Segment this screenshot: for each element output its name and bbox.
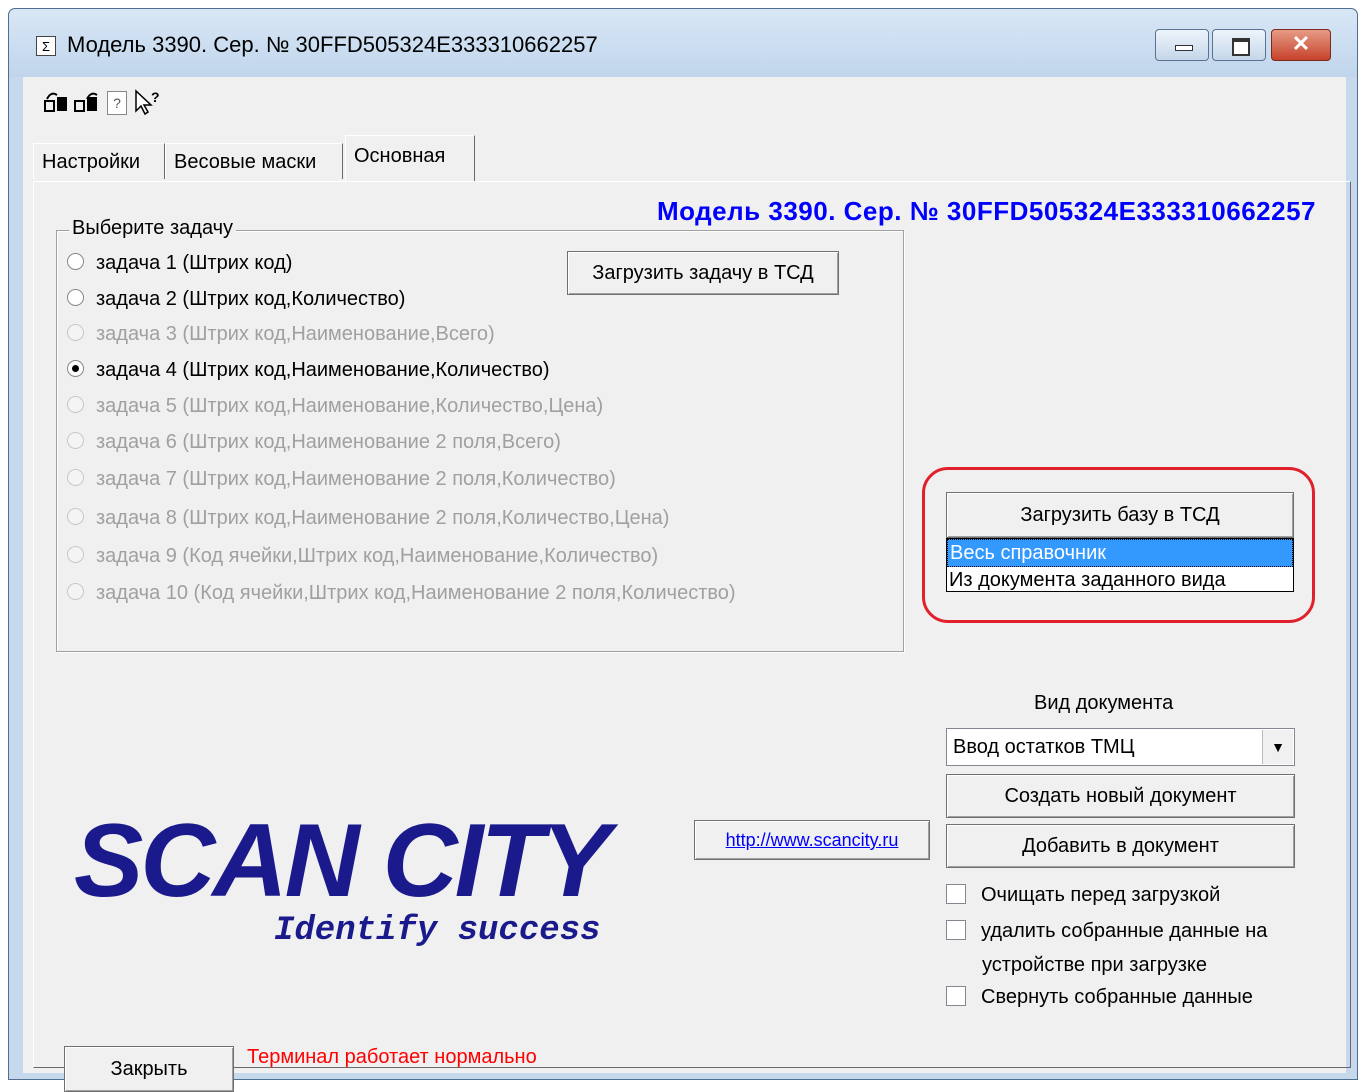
- task-option-label: задача 9 (Код ячейки,Штрих код,Наименова…: [96, 545, 659, 567]
- task-option: задача 8 (Штрих код,Наименование 2 поля,…: [67, 503, 669, 533]
- chevron-down-icon[interactable]: ▼: [1262, 730, 1293, 764]
- svg-text:?: ?: [151, 89, 160, 105]
- radio-icon: [67, 253, 84, 271]
- collapse-collected-data-checkbox[interactable]: Свернуть собранные данные: [946, 982, 1253, 1012]
- radio-icon: [67, 583, 84, 601]
- disconnect-icon[interactable]: [73, 89, 99, 115]
- app-icon: Σ: [36, 36, 56, 56]
- radio-icon: [67, 289, 84, 307]
- task-option: задача 5 (Штрих код,Наименование,Количес…: [67, 391, 603, 421]
- tab-settings[interactable]: Настройки: [33, 143, 165, 179]
- connect-icon[interactable]: [43, 89, 69, 115]
- add-to-document-button[interactable]: Добавить в документ: [946, 824, 1295, 868]
- task-option: задача 7 (Штрих код,Наименование 2 поля,…: [67, 464, 616, 494]
- task-option[interactable]: задача 1 (Штрих код): [67, 248, 292, 278]
- task-option-label: задача 4 (Штрих код,Наименование,Количес…: [96, 359, 550, 381]
- task-option-label: задача 3 (Штрих код,Наименование,Всего): [96, 323, 495, 345]
- task-option: задача 3 (Штрих код,Наименование,Всего): [67, 319, 495, 349]
- minimize-icon: [1175, 45, 1193, 51]
- clear-before-load-checkbox[interactable]: Очищать перед загрузкой: [946, 880, 1220, 910]
- create-document-button[interactable]: Создать новый документ: [946, 774, 1295, 818]
- tab-weight-masks[interactable]: Весовые маски: [165, 143, 343, 179]
- checkbox-label-continued: устройстве при загрузке: [982, 954, 1208, 976]
- task-option: задача 6 (Штрих код,Наименование 2 поля,…: [67, 427, 561, 457]
- task-option-label: задача 7 (Штрих код,Наименование 2 поля,…: [96, 468, 616, 490]
- checkbox-icon: [946, 883, 966, 904]
- radio-icon: [67, 396, 84, 414]
- client-area: ? ? Настройки Весовые маски Основная Мод…: [23, 77, 1351, 1092]
- toolbar: ? ?: [23, 77, 1346, 127]
- radio-icon: [67, 469, 84, 487]
- model-serial-label: Модель 3390. Сер. № 30FFD505324E33331066…: [656, 196, 1316, 226]
- checkbox-icon: [946, 985, 966, 1006]
- radio-icon: [67, 432, 84, 450]
- close-icon: ✕: [1291, 31, 1311, 56]
- close-window-button[interactable]: ✕: [1271, 29, 1331, 61]
- radio-icon: [67, 508, 84, 526]
- task-option: задача 9 (Код ячейки,Штрих код,Наименова…: [67, 541, 658, 571]
- app-window: Σ Модель 3390. Сер. № 30FFD505324E333310…: [8, 8, 1358, 1092]
- database-source-listbox[interactable]: Весь справочник Из документа заданного в…: [946, 538, 1294, 592]
- task-option-label: задача 10 (Код ячейки,Штрих код,Наименов…: [96, 582, 736, 604]
- close-button[interactable]: Закрыть: [64, 1046, 234, 1092]
- radio-icon: [67, 546, 84, 564]
- window-title: Модель 3390. Сер. № 30FFD505324E33331066…: [67, 32, 598, 57]
- checkbox-label: Очищать перед загрузкой: [981, 884, 1221, 906]
- task-option-label: задача 8 (Штрих код,Наименование 2 поля,…: [96, 507, 670, 529]
- document-type-label: Вид документа: [1034, 692, 1174, 714]
- list-item[interactable]: Весь справочник: [947, 539, 1293, 567]
- task-groupbox: Выберите задачу задача 1 (Штрих код) зад…: [56, 217, 904, 652]
- load-task-button[interactable]: Загрузить задачу в ТСД: [567, 251, 839, 295]
- radio-icon: [67, 360, 84, 378]
- checkbox-label: удалить собранные данные на: [981, 920, 1268, 942]
- logo-tagline: Identify success: [274, 912, 601, 950]
- minimize-button[interactable]: [1155, 29, 1209, 61]
- checkbox-icon: [946, 919, 966, 940]
- task-option-label: задача 5 (Штрих код,Наименование,Количес…: [96, 395, 604, 417]
- status-text: Терминал работает нормально: [247, 1046, 537, 1068]
- title-bar[interactable]: Σ Модель 3390. Сер. № 30FFD505324E333310…: [9, 9, 1357, 77]
- tab-panel-main: Модель 3390. Сер. № 30FFD505324E33331066…: [33, 181, 1351, 1092]
- scan-city-logo: SCAN CITY: [74, 803, 610, 919]
- radio-icon: [67, 324, 84, 342]
- task-option[interactable]: задача 2 (Штрих код,Количество): [67, 284, 405, 314]
- load-database-button[interactable]: Загрузить базу в ТСД: [946, 492, 1294, 538]
- context-help-icon[interactable]: ?: [133, 89, 160, 116]
- document-type-select[interactable]: Ввод остатков ТМЦ ▼: [946, 728, 1295, 766]
- maximize-button[interactable]: [1212, 29, 1266, 61]
- task-option-label: задача 6 (Штрих код,Наименование 2 поля,…: [96, 431, 561, 453]
- list-item[interactable]: Из документа заданного вида: [947, 567, 1293, 593]
- delete-collected-data-checkbox[interactable]: удалить собранные данные на: [946, 916, 1267, 946]
- document-type-value: Ввод остатков ТМЦ: [953, 736, 1135, 758]
- task-option: задача 10 (Код ячейки,Штрих код,Наименов…: [67, 578, 736, 608]
- help-icon[interactable]: ?: [107, 91, 127, 115]
- maximize-icon: [1232, 38, 1250, 56]
- task-group-legend: Выберите задачу: [69, 217, 237, 240]
- website-link-button[interactable]: http://www.scancity.ru: [694, 820, 930, 860]
- task-option[interactable]: задача 4 (Штрих код,Наименование,Количес…: [67, 355, 550, 385]
- task-option-label: задача 2 (Штрих код,Количество): [96, 288, 406, 310]
- task-option-label: задача 1 (Штрих код): [96, 252, 293, 274]
- checkbox-label: Свернуть собранные данные: [981, 986, 1253, 1008]
- website-link[interactable]: http://www.scancity.ru: [726, 830, 899, 850]
- tab-main[interactable]: Основная: [345, 135, 475, 181]
